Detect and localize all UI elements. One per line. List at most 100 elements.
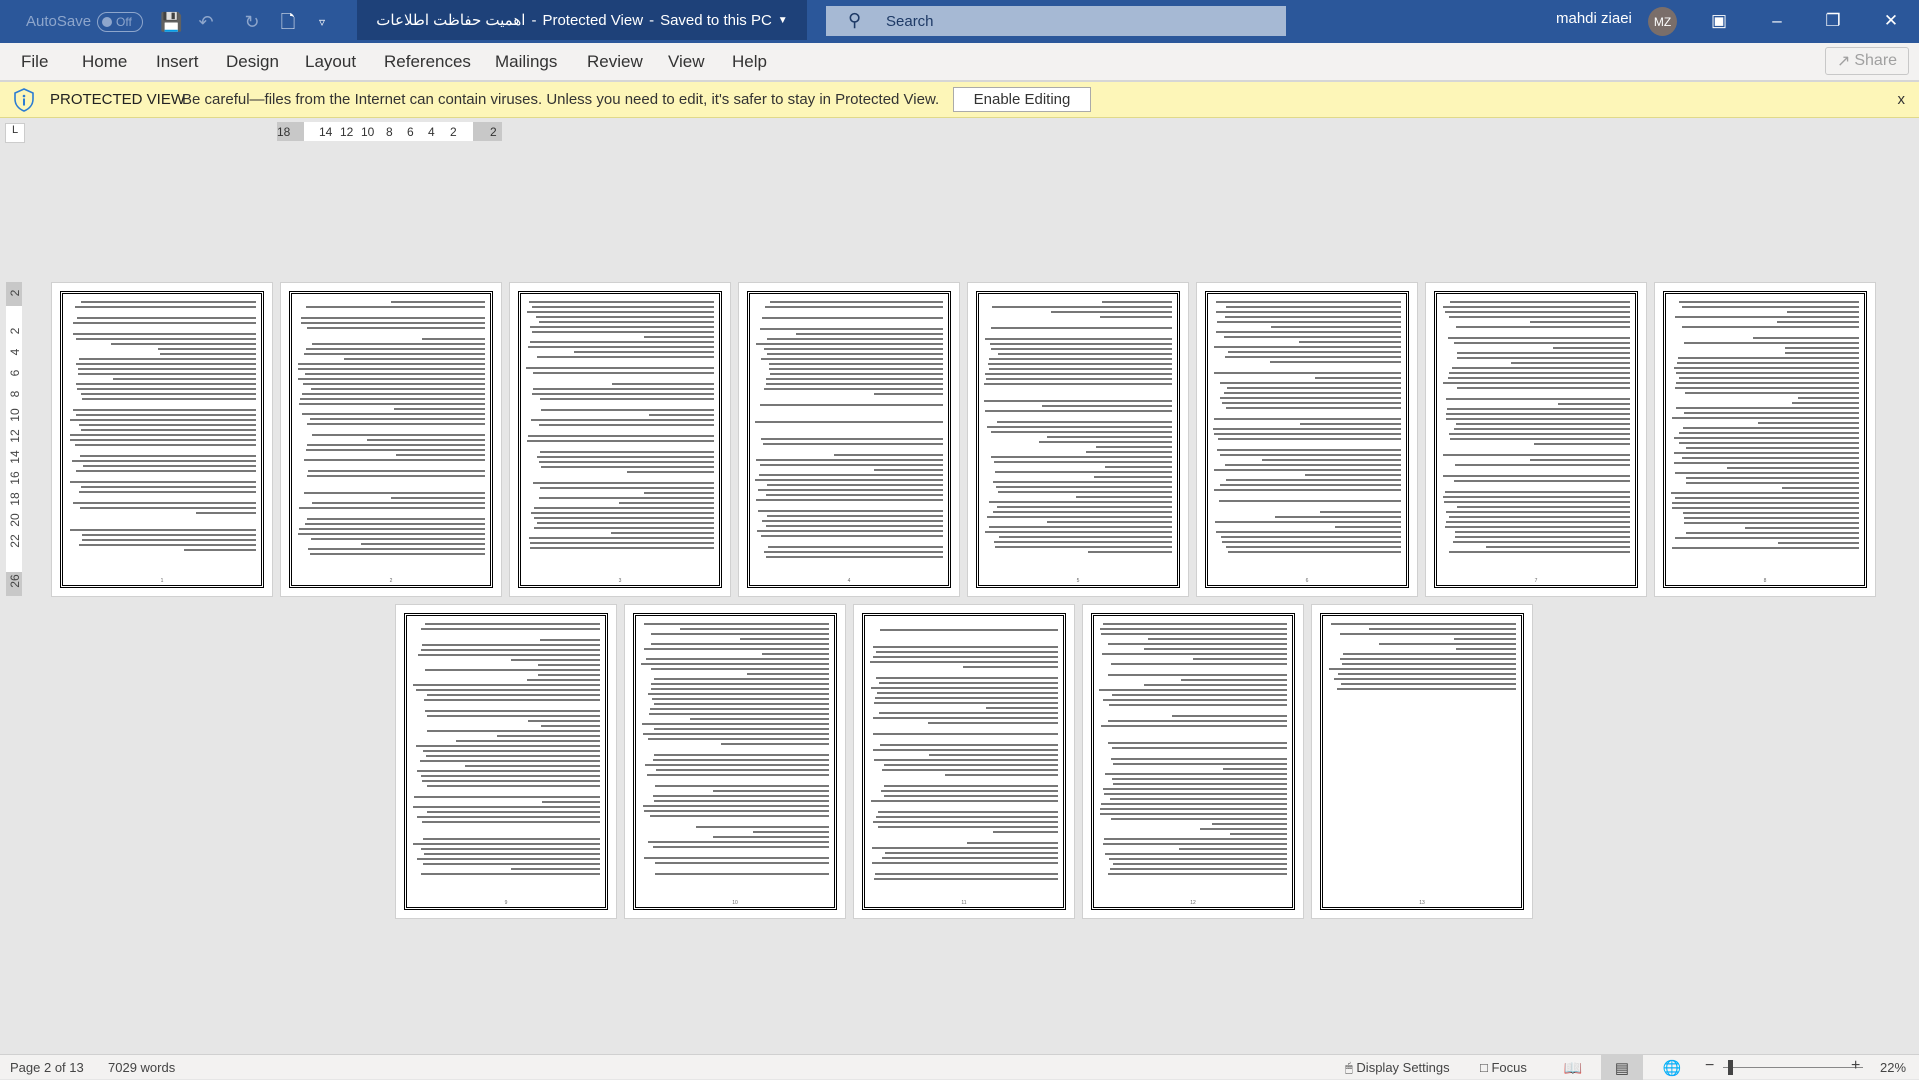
display-settings-label: Display Settings [1356,1060,1450,1075]
vertical-ruler[interactable]: 2 2 4 6 8 10 12 14 16 18 20 22 26 [6,282,22,596]
close-bar-button[interactable]: x [1898,91,1906,108]
page-text [984,301,1172,576]
document-title[interactable]: اهمیت حفاظت اطلاعات - Protected View - Sav… [357,0,807,40]
tab-design[interactable]: Design [226,52,279,72]
title-bar: AutoSave Off 💾 ↶ ↻ 🗋 ▿ اهمیت حفاظت اطلاع… [0,0,1919,43]
print-layout-icon[interactable]: ▤ [1601,1055,1643,1080]
page-number: 5 [1076,578,1080,584]
enable-editing-button[interactable]: Enable Editing [953,87,1091,112]
save-status: Saved to this PC [660,11,772,29]
tab-view[interactable]: View [668,52,705,72]
page-text [641,623,829,898]
ruler-tick: 18 [277,125,291,139]
chevron-down-icon: ▼ [777,14,788,26]
page-number: 4 [847,578,851,584]
undo-icon[interactable]: ↶ [196,12,216,32]
toggle-switch[interactable]: Off [97,11,144,32]
page-thumbnail[interactable]: 11 [853,604,1075,919]
focus-button[interactable]: □ Focus [1480,1060,1527,1075]
page-thumbnail[interactable]: 7 [1425,282,1647,597]
page-thumbnail[interactable]: 1 [51,282,273,597]
restore-icon[interactable]: ❐ [1818,6,1848,36]
page-thumbnail[interactable]: 12 [1082,604,1304,919]
autosave-label: AutoSave [26,13,92,30]
page-thumbnail[interactable]: 13 [1311,604,1533,919]
page-thumbnail[interactable]: 4 [738,282,960,597]
page-number: 6 [1305,578,1309,584]
search-placeholder: Search [886,12,934,30]
new-document-icon[interactable]: 🗋 [278,12,298,32]
protected-view-label: PROTECTED VIEW [50,91,186,108]
zoom-level[interactable]: 22% [1880,1060,1906,1075]
close-icon[interactable]: ✕ [1876,6,1906,36]
focus-label: Focus [1491,1060,1527,1075]
tab-home[interactable]: Home [82,52,127,72]
tab-references[interactable]: References [384,52,471,72]
search-input[interactable]: ⚲ Search [826,6,1286,36]
zoom-in-button[interactable]: + [1851,1057,1860,1075]
display-settings-icon: 🖱 [1345,1060,1357,1075]
page-thumbnail[interactable]: 3 [509,282,731,597]
share-label: Share [1854,52,1898,69]
display-settings-button[interactable]: 🖱 Display Settings [1345,1060,1450,1076]
ruler-tick: 10 [361,125,375,139]
word-count[interactable]: 7029 words [108,1060,175,1075]
zoom-slider[interactable] [1723,1067,1863,1068]
ruler-tick: 12 [340,125,354,139]
focus-icon: □ [1480,1060,1492,1075]
ruler-tick: 6 [407,125,414,139]
zoom-out-button[interactable]: − [1705,1057,1714,1075]
customize-toolbar-icon[interactable]: ▿ [312,12,332,32]
document-name: اهمیت حفاظت اطلاعات [376,12,526,29]
ruler-tick: 6 [8,369,22,377]
tab-help[interactable]: Help [732,52,767,72]
tab-insert[interactable]: Insert [156,52,199,72]
web-layout-icon[interactable]: 🌐 [1651,1055,1693,1080]
ribbon-display-icon[interactable]: ▣ [1704,6,1734,36]
ruler-tick: 26 [8,574,22,588]
ruler-tick: 20 [8,513,22,527]
page-text [68,301,256,576]
page-text [1328,623,1516,898]
page-thumbnail[interactable]: 9 [395,604,617,919]
ruler-tick: 10 [8,408,22,422]
page-text [870,623,1058,898]
ruler-tick: 2 [8,327,22,335]
save-icon[interactable]: 💾 [160,12,182,32]
page-number: 8 [1763,578,1767,584]
page-thumbnail[interactable]: 2 [280,282,502,597]
ruler-tick: 4 [8,348,22,356]
redo-icon[interactable]: ↻ [242,12,262,32]
ribbon-tabs: File Home Insert Design Layout Reference… [0,43,1919,82]
page-text [1213,301,1401,576]
page-count[interactable]: Page 2 of 13 [10,1060,84,1075]
share-button[interactable]: ↗ Share [1825,47,1909,75]
zoom-slider-thumb[interactable] [1728,1060,1733,1075]
page-thumbnail[interactable]: 6 [1196,282,1418,597]
avatar[interactable]: MZ [1648,7,1677,36]
page-number: 13 [1419,900,1425,906]
tab-layout[interactable]: Layout [305,52,356,72]
minimize-icon[interactable]: – [1762,6,1792,36]
page-text [1442,301,1630,576]
page-thumbnail[interactable]: 10 [624,604,846,919]
user-name[interactable]: mahdi ziaei [1556,10,1632,27]
ruler-tick: 2 [8,289,22,297]
tab-review[interactable]: Review [587,52,643,72]
ruler-tick: 2 [450,125,457,139]
horizontal-ruler[interactable]: 18 14 12 10 8 6 4 2 2 [277,122,502,141]
tab-selector[interactable]: L [5,123,25,143]
page-thumbnail[interactable]: 8 [1654,282,1876,597]
ruler-tick: 18 [8,492,22,506]
page-text [1099,623,1287,898]
ruler-tick: 12 [8,429,22,443]
ruler-tick: 14 [319,125,333,139]
page-thumbnail[interactable]: 5 [967,282,1189,597]
page-number: 2 [389,578,393,584]
tab-file[interactable]: File [21,52,48,72]
read-mode-icon[interactable]: 📖 [1552,1055,1594,1080]
autosave-toggle[interactable]: AutoSave Off [26,0,144,43]
page-text [1671,301,1859,576]
protected-view-message: Be careful—files from the Internet can c… [182,91,940,108]
tab-mailings[interactable]: Mailings [495,52,557,72]
